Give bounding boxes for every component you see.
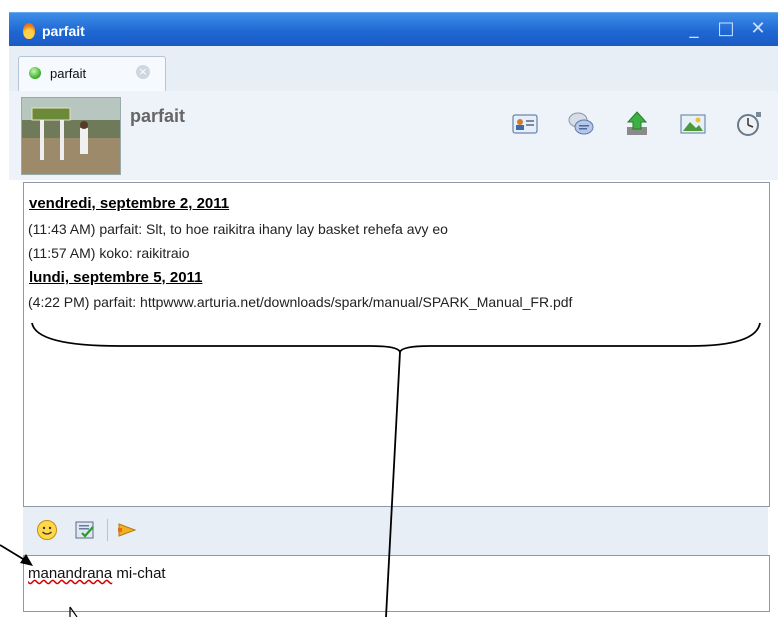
online-status-icon bbox=[29, 67, 41, 79]
window-title: parfait bbox=[42, 23, 85, 39]
tab-label: parfait bbox=[50, 66, 87, 81]
toolbar-divider bbox=[107, 519, 108, 541]
chat-bubbles-icon[interactable] bbox=[566, 109, 596, 139]
day-header: lundi, septembre 5, 2011 bbox=[29, 269, 203, 286]
send-file-icon[interactable] bbox=[622, 109, 652, 139]
misspelled-word: manandrana bbox=[28, 565, 113, 582]
chat-message: (11:43 AM) parfait: Slt, to hoe raikitra… bbox=[28, 221, 448, 237]
picture-icon[interactable] bbox=[678, 109, 708, 139]
nudge-horn-icon[interactable] bbox=[116, 519, 138, 541]
tab-parfait[interactable]: parfait × bbox=[18, 56, 166, 91]
maximize-button[interactable]: □ bbox=[716, 19, 736, 39]
emoticon-icon[interactable] bbox=[36, 519, 58, 541]
input-text-rest: mi-chat bbox=[112, 565, 166, 582]
contact-name: parfait bbox=[130, 106, 186, 126]
contact-header: parfait bbox=[9, 91, 778, 180]
chat-tabstrip: parfait × bbox=[9, 46, 778, 92]
chat-message: (4:22 PM) parfait: httpwww.arturia.net/d… bbox=[28, 294, 573, 310]
stopwatch-icon[interactable] bbox=[734, 109, 764, 139]
minimize-button[interactable]: _ bbox=[684, 19, 704, 39]
contact-card-icon[interactable] bbox=[510, 109, 540, 139]
spell-check-icon[interactable] bbox=[74, 519, 96, 541]
spark-flame-icon bbox=[23, 23, 35, 39]
avatar bbox=[21, 97, 121, 175]
message-input[interactable]: manandrana mi-chat bbox=[23, 555, 770, 612]
message-input-text: manandrana mi-chat bbox=[28, 565, 166, 582]
day-header: vendredi, septembre 2, 2011 bbox=[29, 195, 230, 212]
close-button[interactable]: ✕ bbox=[748, 19, 768, 39]
chat-transcript[interactable]: vendredi, septembre 2, 2011 (11:43 AM) p… bbox=[23, 182, 770, 507]
title-bar[interactable]: parfait _ □ ✕ bbox=[9, 12, 778, 47]
chat-message: (11:57 AM) koko: raikitraio bbox=[28, 245, 190, 261]
tab-close-icon[interactable]: × bbox=[136, 65, 150, 79]
input-toolbar bbox=[23, 507, 768, 555]
